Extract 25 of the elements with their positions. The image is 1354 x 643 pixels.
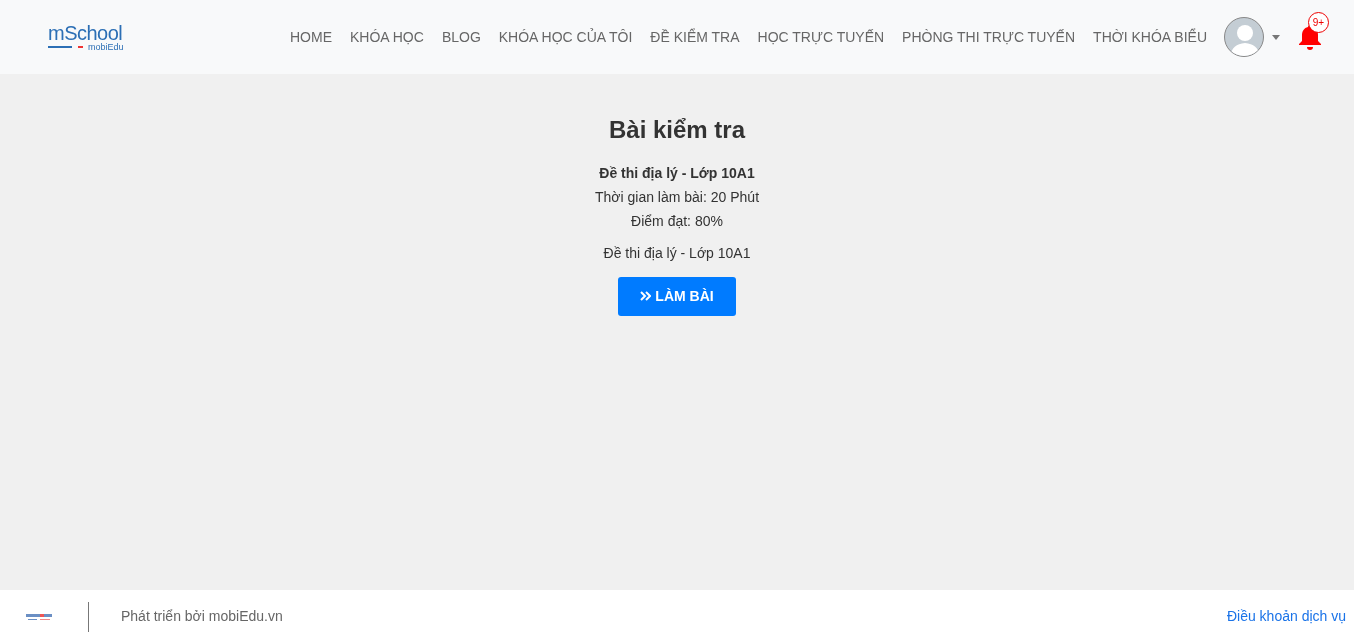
nav-link[interactable]: THỜI KHÓA BIỂU [1084, 26, 1216, 48]
terms-link[interactable]: Điều khoản dịch vụ [1226, 606, 1346, 627]
start-test-button[interactable]: LÀM BÀI [618, 276, 736, 316]
avatar-icon [1224, 17, 1264, 57]
footer-credit: Phát triển bởi mobiEdu.vn [121, 607, 283, 626]
nav-link[interactable]: KHÓA HỌC CỦA TÔI [489, 26, 642, 48]
nav-link[interactable]: HỌC TRỰC TUYẾN [748, 26, 894, 48]
nav-link[interactable]: KHÓA HỌC [340, 26, 433, 48]
page-title: Bài kiểm tra [607, 116, 747, 145]
user-menu[interactable] [1224, 17, 1280, 57]
nav-link[interactable]: HOME [280, 26, 341, 48]
pass-score: Điểm đạt: 80% [630, 211, 724, 231]
logo-title: mSchool [48, 22, 124, 43]
test-duration: Thời gian làm bài: 20 Phút [593, 187, 761, 207]
test-name: Đề thi địa lý - Lớp 10A1 [598, 163, 756, 183]
test-description: Đề thi địa lý - Lớp 10A1 [602, 243, 752, 263]
logo-underline-icon [48, 45, 84, 49]
nav-link[interactable]: ĐỀ KIỂM TRA [641, 26, 749, 48]
footer-logo-icon [26, 611, 52, 622]
notification-badge: 9+ [1308, 12, 1329, 33]
nav-link[interactable]: PHÒNG THI TRỰC TUYẾN [893, 26, 1085, 48]
nav-link[interactable]: BLOG [432, 26, 490, 48]
double-chevron-icon [640, 291, 652, 302]
logo-subtitle: mobiEdu [88, 42, 124, 52]
caret-icon [1272, 34, 1280, 40]
